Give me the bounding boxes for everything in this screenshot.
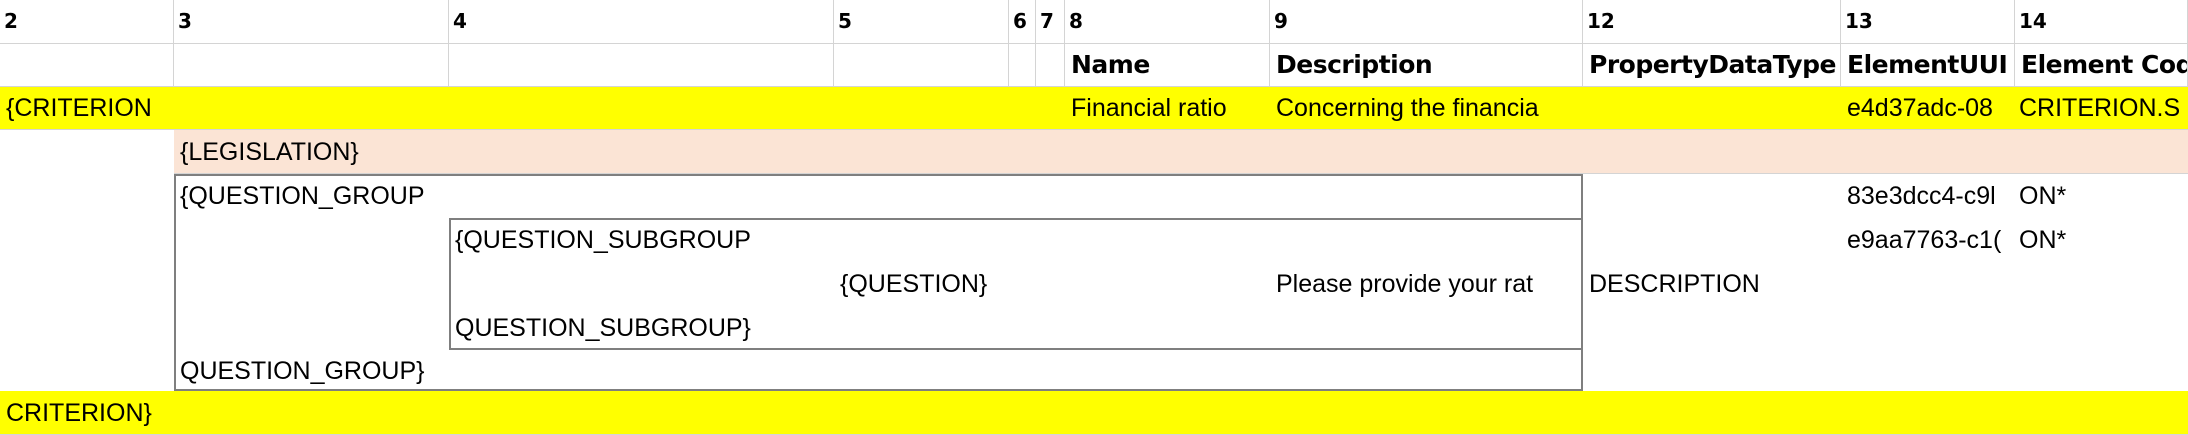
title-cell-empty-5[interactable] <box>834 44 1009 87</box>
criterion-open-marker[interactable]: {CRITERION <box>6 87 152 129</box>
question-group-close-marker[interactable]: QUESTION_GROUP} <box>180 350 425 392</box>
column-number-12[interactable]: 12 <box>1583 0 1841 44</box>
column-title-element-code[interactable]: Element Cod <box>2015 44 2188 87</box>
title-cell-empty-7[interactable] <box>1036 44 1065 87</box>
spreadsheet: 2 3 4 5 6 7 8 9 12 13 14 Name Descriptio… <box>0 0 2188 435</box>
column-number-13[interactable]: 13 <box>1841 0 2015 44</box>
question-subgroup-code-cell[interactable]: ON* <box>2019 219 2066 261</box>
title-cell-empty-2[interactable] <box>0 44 174 87</box>
question-group-uuid-cell[interactable]: 83e3dcc4-c9l <box>1847 175 2013 217</box>
title-cell-empty-4[interactable] <box>449 44 834 87</box>
column-number-7[interactable]: 7 <box>1036 0 1065 44</box>
column-title-property-data-type[interactable]: PropertyDataType <box>1583 44 1841 87</box>
question-group-code-cell[interactable]: ON* <box>2019 175 2066 217</box>
question-description-cell[interactable]: Please provide your rat <box>1276 263 1580 305</box>
question-marker[interactable]: {QUESTION} <box>840 263 987 305</box>
column-number-3[interactable]: 3 <box>174 0 449 44</box>
question-subgroup-uuid-cell[interactable]: e9aa7763-c1( <box>1847 219 2013 261</box>
question-group-open-marker[interactable]: {QUESTION_GROUP <box>180 175 425 217</box>
column-number-14[interactable]: 14 <box>2015 0 2188 44</box>
legislation-row-left-blank[interactable] <box>0 130 174 174</box>
title-cell-empty-6[interactable] <box>1009 44 1036 87</box>
column-title-description[interactable]: Description <box>1270 44 1583 87</box>
column-number-5[interactable]: 5 <box>834 0 1009 44</box>
column-number-9[interactable]: 9 <box>1270 0 1583 44</box>
criterion-description-cell[interactable]: Concerning the financia <box>1276 87 1580 129</box>
question-property-data-type-cell[interactable]: DESCRIPTION <box>1589 263 1760 305</box>
criterion-close-row <box>0 391 2188 435</box>
question-subgroup-open-marker[interactable]: {QUESTION_SUBGROUP <box>455 219 751 261</box>
criterion-uuid-cell[interactable]: e4d37adc-08 <box>1847 87 2013 129</box>
column-title-element-uuid[interactable]: ElementUUI <box>1841 44 2015 87</box>
legislation-marker[interactable]: {LEGISLATION} <box>180 131 359 173</box>
criterion-code-cell[interactable]: CRITERION.S <box>2019 87 2188 129</box>
criterion-name-cell[interactable]: Financial ratio <box>1071 87 1267 129</box>
column-title-name[interactable]: Name <box>1065 44 1270 87</box>
title-cell-empty-3[interactable] <box>174 44 449 87</box>
criterion-close-marker[interactable]: CRITERION} <box>6 392 152 434</box>
question-subgroup-close-marker[interactable]: QUESTION_SUBGROUP} <box>455 307 751 349</box>
column-number-2[interactable]: 2 <box>0 0 174 44</box>
column-number-8[interactable]: 8 <box>1065 0 1270 44</box>
legislation-row <box>174 130 2188 174</box>
column-number-4[interactable]: 4 <box>449 0 834 44</box>
column-number-6[interactable]: 6 <box>1009 0 1036 44</box>
